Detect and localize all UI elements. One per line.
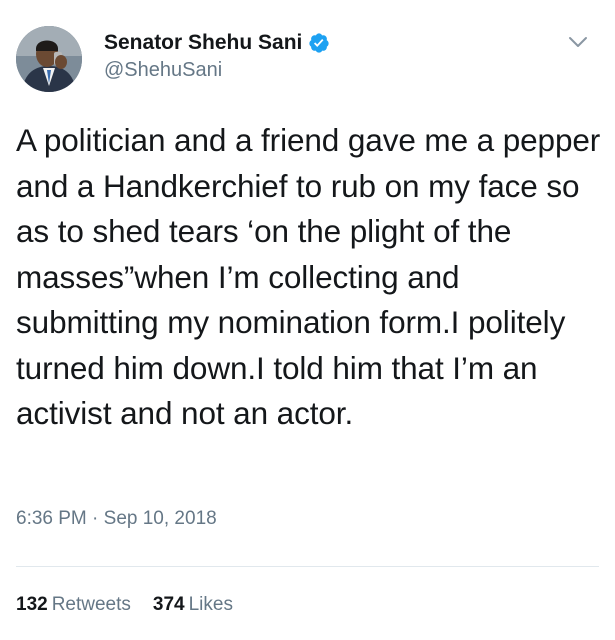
verified-badge-icon (308, 32, 330, 54)
avatar[interactable] (16, 26, 82, 92)
tweet-time-link[interactable]: 6:36 PM (16, 508, 87, 529)
display-name-row: Senator Shehu Sani (104, 30, 330, 56)
tweet-card: Senator Shehu Sani @ShehuSani A politici… (0, 0, 615, 640)
retweets-count: 132 (16, 594, 48, 615)
tweet-date-link[interactable]: Sep 10, 2018 (104, 508, 217, 529)
timestamp: 6:36 PM · Sep 10, 2018 (16, 508, 217, 530)
tweet-text: A politician and a friend gave me a pepp… (16, 122, 601, 431)
display-name[interactable]: Senator Shehu Sani (104, 31, 302, 55)
engagement-stats: 132 Retweets 374 Likes (16, 594, 233, 616)
retweets-label: Retweets (51, 594, 131, 615)
likes-label: Likes (188, 594, 233, 615)
retweets-stat[interactable]: 132 Retweets (16, 594, 131, 616)
chevron-down-icon[interactable] (566, 30, 590, 54)
timestamp-separator: · (92, 508, 104, 529)
likes-stat[interactable]: 374 Likes (153, 594, 233, 616)
handle[interactable]: @ShehuSani (104, 59, 330, 82)
likes-count: 374 (152, 594, 185, 615)
divider (16, 566, 599, 567)
author-block: Senator Shehu Sani @ShehuSani (104, 30, 330, 82)
avatar-photo (16, 26, 82, 92)
